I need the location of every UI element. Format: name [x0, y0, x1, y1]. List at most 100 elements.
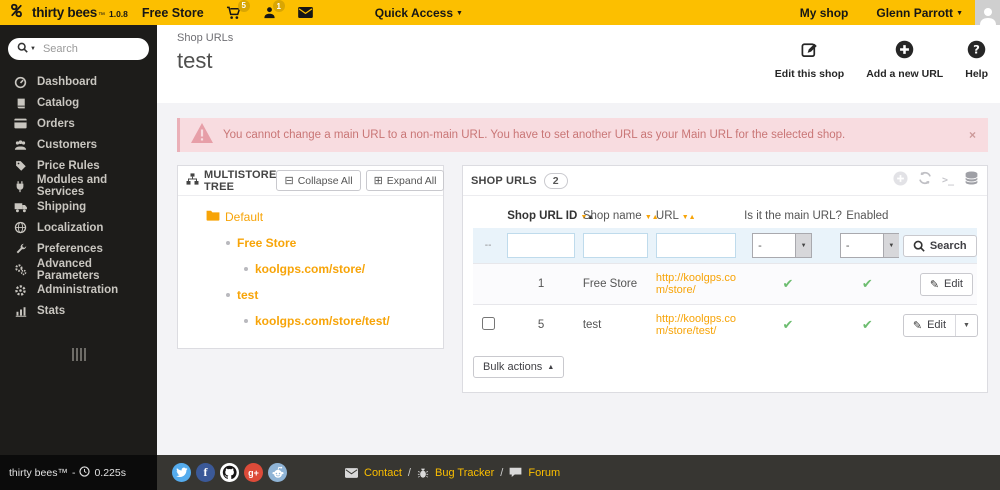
- cart-icon[interactable]: 5: [226, 0, 250, 20]
- footer-brand-block: thirty bees™ - 0.225s: [0, 455, 157, 490]
- page-header: Shop URLs test Edit this shop Add a new …: [157, 25, 1000, 103]
- sidebar-item-price-rules[interactable]: Price Rules: [0, 155, 157, 176]
- bulk-actions-button[interactable]: Bulk actions ▲: [473, 356, 565, 378]
- edit-dropdown-toggle[interactable]: ▼: [955, 314, 977, 336]
- avatar[interactable]: [975, 0, 1000, 25]
- edit-split-button: ✎ Edit ▼: [902, 313, 978, 337]
- tree-node-shop[interactable]: test: [226, 288, 435, 302]
- my-shop-link[interactable]: My shop: [800, 6, 849, 20]
- brand-name: thirty bees: [32, 5, 97, 20]
- col-shop-url-id: Shop URL ID: [507, 210, 578, 222]
- pencil-icon: ✎: [929, 278, 940, 291]
- warning-alert: You cannot change a main URL to a non-ma…: [177, 118, 988, 152]
- footer: thirty bees™ - 0.225s f g+ Contact / Bug…: [0, 455, 1000, 490]
- googleplus-icon[interactable]: g+: [244, 463, 263, 482]
- collapse-all-button[interactable]: ⊟ Collapse All: [276, 170, 361, 191]
- col-shop-name: Shop name: [582, 210, 642, 222]
- edit-this-shop-button[interactable]: Edit this shop: [775, 40, 844, 80]
- check-icon: ✔: [861, 276, 873, 291]
- sidebar-item-dashboard[interactable]: Dashboard: [0, 72, 157, 93]
- tree-panel-title: MULTISTORE TREE: [204, 168, 277, 193]
- clock-icon: [79, 465, 91, 480]
- sidebar-item-advanced-parameters[interactable]: Advanced Parameters: [0, 258, 157, 282]
- filter-enabled-select[interactable]: - ▼: [839, 233, 900, 258]
- user-menu[interactable]: Glenn Parrott ▼: [876, 6, 963, 20]
- sitemap-icon: [186, 172, 199, 190]
- refresh-icon[interactable]: [918, 171, 932, 190]
- shop-url-link[interactable]: http://koolgps.com/store/: [656, 272, 748, 296]
- tree-node-url[interactable]: koolgps.com/store/: [244, 262, 435, 276]
- row-checkbox[interactable]: [481, 317, 495, 330]
- search-input[interactable]: [42, 43, 133, 55]
- bug-tracker-link[interactable]: Bug Tracker: [435, 467, 494, 479]
- add-new-url-button[interactable]: Add a new URL: [866, 40, 943, 80]
- bee-logo-icon[interactable]: [8, 2, 25, 24]
- cell-shop-name: test: [578, 304, 652, 345]
- brand[interactable]: thirty bees ™ 1.0.8: [32, 5, 128, 20]
- bullet-icon: [244, 319, 248, 323]
- shop-url-link[interactable]: http://koolgps.com/store/test/: [656, 313, 748, 337]
- administration-icon: [13, 284, 28, 297]
- trademark: ™: [97, 12, 105, 19]
- add-icon: [895, 40, 914, 64]
- filter-id-input[interactable]: [507, 233, 575, 258]
- sidebar-item-orders[interactable]: Orders: [0, 114, 157, 135]
- expand-all-button[interactable]: ⊞ Expand All: [365, 170, 445, 191]
- row-count-badge: 2: [543, 172, 568, 189]
- chevron-down-icon: ▼: [30, 46, 36, 52]
- reddit-icon[interactable]: [268, 463, 287, 482]
- sidebar-item-localization[interactable]: Localization: [0, 218, 157, 239]
- twitter-icon[interactable]: [172, 463, 191, 482]
- cell-shop-url-id: 1: [503, 263, 579, 305]
- sort-desc-icon[interactable]: ▼: [645, 214, 652, 221]
- sidebar-item-stats[interactable]: Stats: [0, 301, 157, 322]
- search-button[interactable]: Search: [902, 234, 977, 257]
- sidebar-item-preferences[interactable]: Preferences: [0, 238, 157, 259]
- topbar-shop-name[interactable]: Free Store: [142, 6, 204, 20]
- edit-row-button[interactable]: ✎ Edit: [919, 272, 973, 296]
- sidebar-item-shipping[interactable]: Shipping: [0, 197, 157, 218]
- filter-url-input[interactable]: [655, 233, 737, 258]
- help-button[interactable]: ? Help: [965, 40, 988, 80]
- orders-icon: [13, 118, 28, 129]
- facebook-icon[interactable]: f: [196, 463, 215, 482]
- sidebar-search[interactable]: ▼: [8, 38, 149, 60]
- svg-text:?: ?: [973, 43, 980, 57]
- table-panel-title: SHOP URLS: [471, 174, 537, 187]
- filter-shop-name-input[interactable]: [582, 233, 648, 258]
- shop-urls-table: Shop URL ID ▼▲ Shop name ▼▲ URL ▼▲ Is it…: [473, 202, 978, 345]
- version: 1.0.8: [108, 9, 128, 19]
- terminal-icon[interactable]: >_: [942, 175, 954, 186]
- database-icon[interactable]: [964, 171, 979, 190]
- multistore-tree: Default Free Store koolgps.com/store/ te…: [178, 196, 443, 348]
- col-enabled: Enabled: [846, 210, 889, 222]
- sort-asc-icon[interactable]: ▲: [689, 214, 696, 221]
- sidebar-item-administration[interactable]: Administration: [0, 280, 157, 301]
- chevron-down-icon: ▼: [456, 9, 463, 17]
- sort-desc-icon[interactable]: ▼: [682, 214, 689, 221]
- messages-icon[interactable]: [297, 7, 313, 18]
- filter-main-url-select[interactable]: - ▼: [752, 233, 813, 258]
- customers-notification-icon[interactable]: 1: [263, 0, 285, 19]
- contact-link[interactable]: Contact: [364, 467, 402, 479]
- sidebar-collapse-handle[interactable]: [68, 347, 90, 361]
- tree-node-url[interactable]: koolgps.com/store/test/: [244, 314, 435, 328]
- notification-badge: 1: [272, 0, 285, 12]
- shop-urls-panel: SHOP URLS 2 >_ Shop URL ID ▼▲ Shop name …: [462, 165, 988, 393]
- tree-node-shop[interactable]: Free Store: [226, 236, 435, 250]
- cell-shop-name: Free Store: [578, 263, 652, 305]
- add-row-icon[interactable]: [893, 170, 908, 191]
- forum-link[interactable]: Forum: [528, 467, 560, 479]
- quick-access-menu[interactable]: Quick Access ▼: [375, 6, 463, 20]
- modules-icon: [13, 180, 28, 193]
- sidebar-item-customers[interactable]: Customers: [0, 134, 157, 155]
- topbar: thirty bees ™ 1.0.8 Free Store 5 1 Quick …: [0, 0, 1000, 25]
- sidebar-item-catalog[interactable]: Catalog: [0, 93, 157, 114]
- tree-node-default[interactable]: Default: [206, 209, 435, 224]
- check-icon: ✔: [782, 276, 794, 291]
- github-icon[interactable]: [220, 463, 239, 482]
- close-icon[interactable]: ×: [969, 128, 976, 142]
- edit-row-button[interactable]: ✎ Edit: [904, 315, 955, 336]
- sidebar-item-modules[interactable]: Modules and Services: [0, 174, 157, 198]
- cart-badge: 5: [237, 0, 250, 12]
